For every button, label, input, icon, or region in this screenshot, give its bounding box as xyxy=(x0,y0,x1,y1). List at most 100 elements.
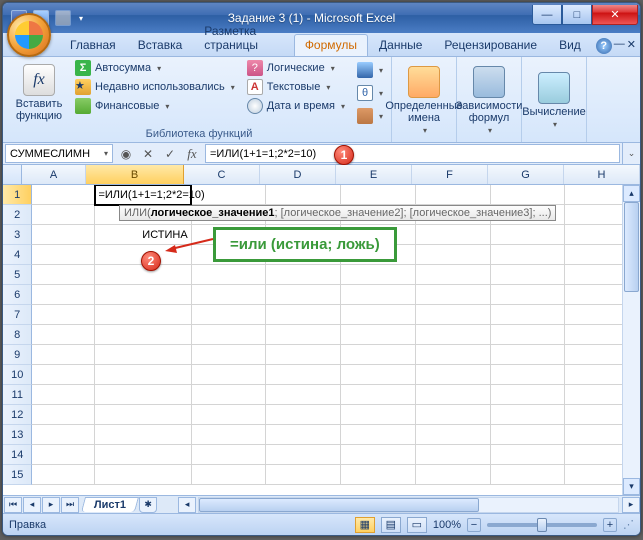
lookup-button[interactable]: ▾ xyxy=(353,61,387,79)
cell[interactable] xyxy=(416,305,491,325)
more-functions-button[interactable]: ▾ xyxy=(353,107,387,125)
cell[interactable] xyxy=(192,425,267,445)
vscroll-thumb[interactable] xyxy=(624,202,639,292)
horizontal-scrollbar[interactable] xyxy=(198,497,619,513)
cell[interactable] xyxy=(416,385,491,405)
cell[interactable] xyxy=(491,185,566,205)
cell[interactable] xyxy=(491,305,566,325)
cell[interactable] xyxy=(266,445,341,465)
cell[interactable] xyxy=(32,445,95,465)
cell[interactable]: =ИЛИ(1+1=1;2*2=10) xyxy=(94,185,192,206)
zoom-slider-thumb[interactable] xyxy=(537,518,547,532)
recent-functions-button[interactable]: ★Недавно использовались▾ xyxy=(71,78,239,96)
cell[interactable] xyxy=(491,225,566,245)
calculation-button[interactable]: Вычисление▾ xyxy=(526,59,582,142)
row-header[interactable]: 9 xyxy=(3,345,32,365)
row-header[interactable]: 14 xyxy=(3,445,32,465)
cell[interactable] xyxy=(341,305,416,325)
cell[interactable] xyxy=(266,345,341,365)
hscroll-right-button[interactable]: ▸ xyxy=(622,497,640,513)
column-header[interactable]: G xyxy=(488,165,564,184)
logical-button[interactable]: ?Логические▾ xyxy=(243,59,349,77)
cell[interactable] xyxy=(416,405,491,425)
view-pagebreak-button[interactable]: ▭ xyxy=(407,517,427,533)
cell[interactable] xyxy=(266,185,341,205)
cell[interactable] xyxy=(192,325,267,345)
fx-button[interactable]: fx xyxy=(181,144,203,164)
cell[interactable] xyxy=(32,245,95,265)
enter-formula-button[interactable]: ✓ xyxy=(159,144,181,164)
resize-grip-icon[interactable]: ⋰ xyxy=(623,518,634,531)
cell[interactable] xyxy=(491,385,566,405)
cell[interactable]: ИСТИНА xyxy=(95,225,191,245)
tab-formulas[interactable]: Формулы xyxy=(294,34,368,56)
sheet-next-button[interactable]: ▸ xyxy=(42,497,60,513)
tab-review[interactable]: Рецензирование xyxy=(433,34,548,56)
cell[interactable] xyxy=(341,345,416,365)
financial-button[interactable]: Финансовые▾ xyxy=(71,97,239,115)
column-header[interactable]: A xyxy=(22,165,86,184)
cell[interactable] xyxy=(341,385,416,405)
cell[interactable] xyxy=(266,465,341,485)
cell[interactable] xyxy=(266,305,341,325)
column-header[interactable]: C xyxy=(184,165,260,184)
cell[interactable] xyxy=(95,425,191,445)
tab-insert[interactable]: Вставка xyxy=(127,34,194,56)
scroll-up-button[interactable]: ▴ xyxy=(623,185,640,202)
view-normal-button[interactable]: ▦ xyxy=(355,517,375,533)
cell[interactable] xyxy=(95,345,191,365)
row-header[interactable]: 13 xyxy=(3,425,32,445)
cell[interactable] xyxy=(266,385,341,405)
row-header[interactable]: 10 xyxy=(3,365,32,385)
row-header[interactable]: 4 xyxy=(3,245,32,265)
formula-auditing-button[interactable]: Зависимости формул▾ xyxy=(461,59,517,142)
cell[interactable] xyxy=(491,345,566,365)
hscroll-thumb[interactable] xyxy=(199,498,479,512)
vertical-scrollbar[interactable]: ▴ ▾ xyxy=(622,185,640,495)
cell[interactable] xyxy=(95,305,191,325)
datetime-button[interactable]: Дата и время▾ xyxy=(243,97,349,115)
cell[interactable] xyxy=(32,365,95,385)
help-icon[interactable]: ? xyxy=(596,38,612,54)
cell[interactable] xyxy=(416,185,491,205)
cell[interactable] xyxy=(266,325,341,345)
row-header[interactable]: 7 xyxy=(3,305,32,325)
sheet-first-button[interactable]: ⏮ xyxy=(4,497,22,513)
cell[interactable] xyxy=(32,185,95,205)
cell[interactable] xyxy=(416,445,491,465)
cell[interactable] xyxy=(95,385,191,405)
formula-input[interactable]: =ИЛИ(1+1=1;2*2=10) 1 xyxy=(205,144,620,163)
cell[interactable] xyxy=(95,285,191,305)
cell[interactable] xyxy=(341,285,416,305)
cell[interactable] xyxy=(32,325,95,345)
cell[interactable] xyxy=(32,305,95,325)
cell[interactable] xyxy=(192,405,267,425)
cell[interactable] xyxy=(416,465,491,485)
office-button[interactable] xyxy=(7,13,51,57)
sheet-tab-active[interactable]: Лист1 xyxy=(81,497,139,512)
row-header[interactable]: 11 xyxy=(3,385,32,405)
zoom-level[interactable]: 100% xyxy=(433,519,461,531)
cell[interactable] xyxy=(32,385,95,405)
cell[interactable] xyxy=(32,465,95,485)
row-header[interactable]: 8 xyxy=(3,325,32,345)
cell[interactable] xyxy=(32,425,95,445)
cell[interactable] xyxy=(266,405,341,425)
defined-names-button[interactable]: Определенные имена▾ xyxy=(396,59,452,142)
cell[interactable] xyxy=(192,445,267,465)
cell[interactable] xyxy=(192,285,267,305)
cell[interactable] xyxy=(95,405,191,425)
cell[interactable] xyxy=(32,345,95,365)
cell[interactable] xyxy=(491,365,566,385)
cell[interactable] xyxy=(192,465,267,485)
row-header[interactable]: 15 xyxy=(3,465,32,485)
cell[interactable] xyxy=(266,365,341,385)
sheet-prev-button[interactable]: ◂ xyxy=(23,497,41,513)
column-header[interactable]: E xyxy=(336,165,412,184)
cell[interactable] xyxy=(266,425,341,445)
cell[interactable] xyxy=(32,405,95,425)
autosum-button[interactable]: ΣАвтосумма▾ xyxy=(71,59,239,77)
cell[interactable] xyxy=(32,265,95,285)
insert-function-button[interactable]: fx Вставить функцию xyxy=(11,59,67,127)
cell[interactable] xyxy=(32,285,95,305)
